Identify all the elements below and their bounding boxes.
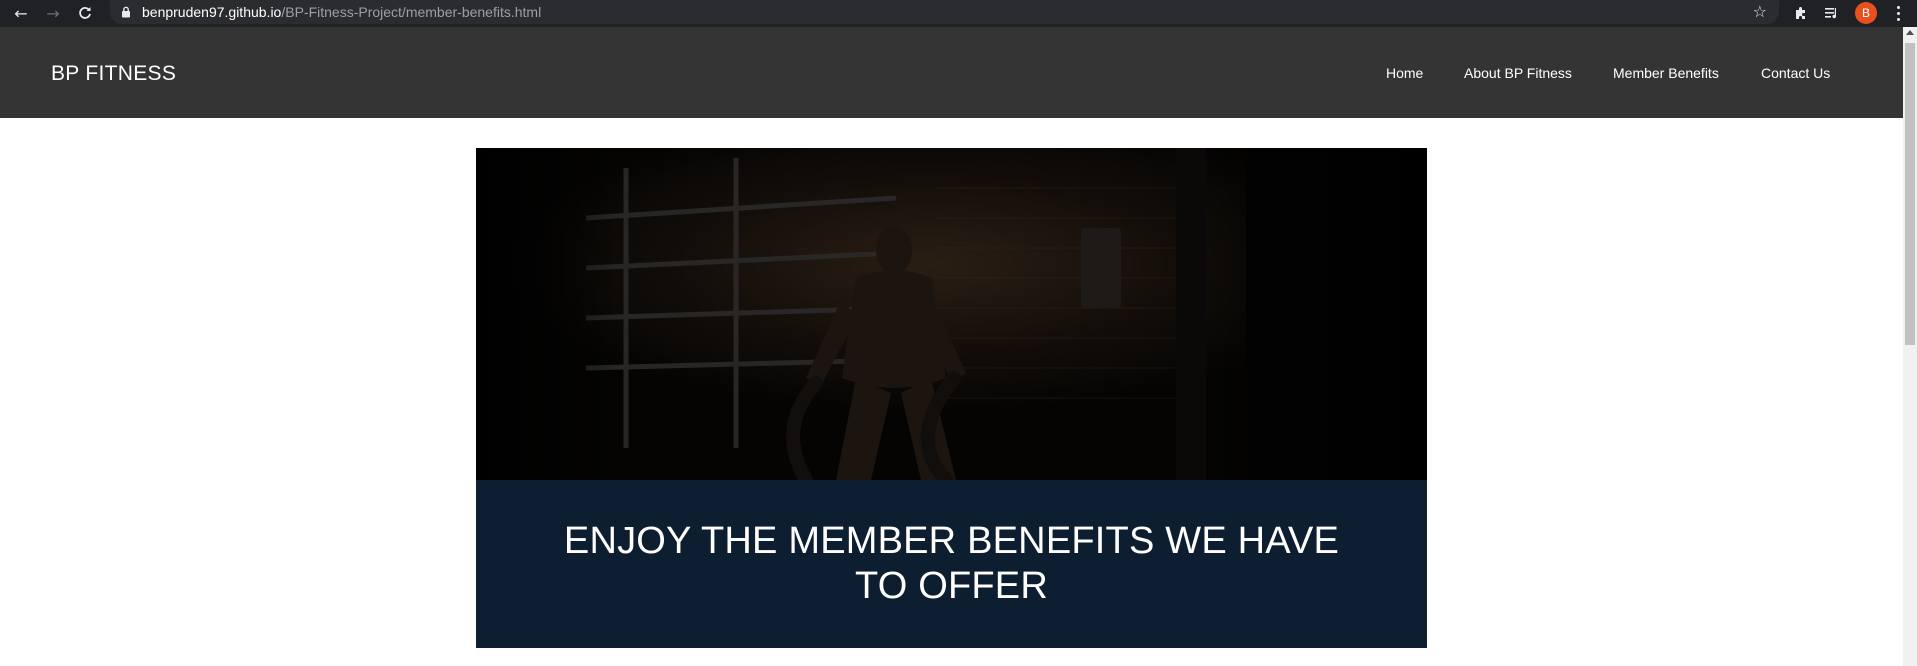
hero-image xyxy=(476,148,1427,480)
star-icon[interactable]: ☆ xyxy=(1753,2,1767,21)
url-path: /BP-Fitness-Project/member-benefits.html xyxy=(281,4,542,20)
extensions-icon[interactable] xyxy=(1789,2,1813,24)
reload-icon[interactable] xyxy=(73,2,97,24)
menu-icon[interactable] xyxy=(1890,2,1906,24)
hero-caption: ENJOY THE MEMBER BENEFITS WE HAVE TO OFF… xyxy=(476,480,1427,648)
url-text: benpruden97.github.io/BP-Fitness-Project… xyxy=(142,3,541,21)
lock-icon xyxy=(122,6,130,18)
forward-icon[interactable]: → xyxy=(41,2,65,24)
scrollbar-thumb[interactable] xyxy=(1905,43,1915,345)
nav-link-about[interactable]: About BP Fitness xyxy=(1464,65,1572,81)
address-bar[interactable]: benpruden97.github.io/BP-Fitness-Project… xyxy=(110,0,1779,24)
avatar[interactable]: B xyxy=(1855,2,1877,24)
page-title: ENJOY THE MEMBER BENEFITS WE HAVE TO OFF… xyxy=(563,520,1340,607)
page-scrollbar[interactable] xyxy=(1903,27,1917,666)
back-icon[interactable]: ← xyxy=(9,2,33,24)
brand-logo[interactable]: BP FITNESS xyxy=(51,62,176,86)
nav-link-member-benefits[interactable]: Member Benefits xyxy=(1613,65,1719,81)
scroll-up-icon[interactable] xyxy=(1906,30,1914,35)
site-navbar: BP FITNESS Home About BP Fitness Member … xyxy=(0,27,1903,118)
media-icon[interactable] xyxy=(1820,2,1844,24)
nav-link-contact[interactable]: Contact Us xyxy=(1761,65,1830,81)
nav-link-home[interactable]: Home xyxy=(1386,65,1423,81)
url-host: benpruden97.github.io xyxy=(142,4,282,20)
browser-toolbar: ← → benpruden97.github.io/BP-Fitness-Pro… xyxy=(0,0,1917,27)
